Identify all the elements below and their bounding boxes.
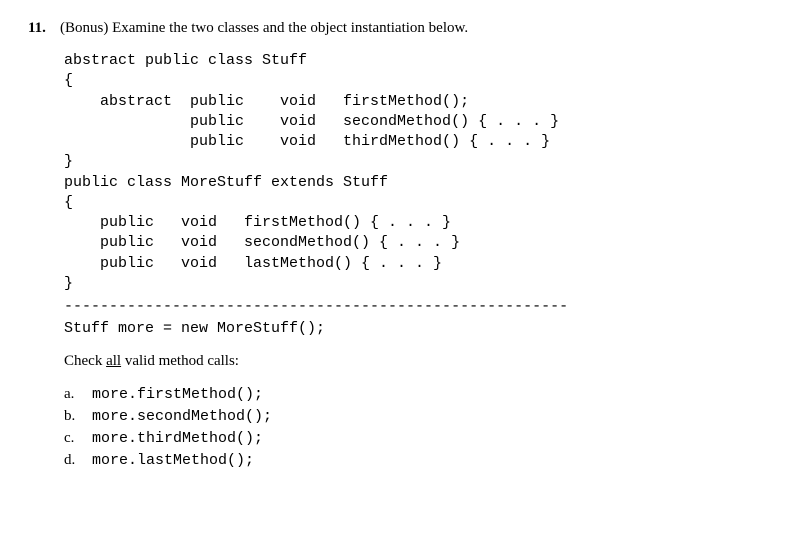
code-line: public void firstMethod() { . . . } <box>64 213 764 233</box>
code-line: { <box>64 71 764 91</box>
option-a[interactable]: a. more.firstMethod(); <box>64 384 764 406</box>
code-line: abstract public class Stuff <box>64 51 764 71</box>
question-body: (Bonus) Examine the two classes and the … <box>60 20 764 471</box>
option-label: c. <box>64 428 92 450</box>
code-line: public void secondMethod() { . . . } <box>64 233 764 253</box>
question-number: 11. <box>28 20 60 37</box>
code-line: public void lastMethod() { . . . } <box>64 254 764 274</box>
instruction-text: Check all valid method calls: <box>64 353 764 370</box>
option-label: a. <box>64 384 92 406</box>
option-code: more.lastMethod(); <box>92 450 254 472</box>
option-c[interactable]: c. more.thirdMethod(); <box>64 428 764 450</box>
code-line: { <box>64 193 764 213</box>
code-line: public void thirdMethod() { . . . } <box>64 132 764 152</box>
code-line: Stuff more = new MoreStuff(); <box>64 319 764 339</box>
code-line: } <box>64 274 764 294</box>
question-prompt: (Bonus) Examine the two classes and the … <box>60 20 764 37</box>
code-line: public class MoreStuff extends Stuff <box>64 173 764 193</box>
code-line: abstract public void firstMethod(); <box>64 92 764 112</box>
question-block: 11. (Bonus) Examine the two classes and … <box>28 20 764 471</box>
option-code: more.firstMethod(); <box>92 384 263 406</box>
prompt-text: Examine the two classes and the object i… <box>108 20 468 36</box>
separator-line: ----------------------------------------… <box>64 298 764 315</box>
instruction-post: valid method calls: <box>121 353 239 369</box>
option-b[interactable]: b. more.secondMethod(); <box>64 406 764 428</box>
option-label: d. <box>64 450 92 472</box>
option-d[interactable]: d. more.lastMethod(); <box>64 450 764 472</box>
code-instantiation: Stuff more = new MoreStuff(); <box>64 319 764 339</box>
code-line: } <box>64 152 764 172</box>
instruction-underlined: all <box>106 353 121 369</box>
options-list: a. more.firstMethod(); b. more.secondMet… <box>64 384 764 471</box>
option-code: more.secondMethod(); <box>92 406 272 428</box>
code-line: public void secondMethod() { . . . } <box>64 112 764 132</box>
option-code: more.thirdMethod(); <box>92 428 263 450</box>
instruction-pre: Check <box>64 353 106 369</box>
bonus-tag: (Bonus) <box>60 20 108 36</box>
option-label: b. <box>64 406 92 428</box>
code-class-stuff: abstract public class Stuff{ abstract pu… <box>64 51 764 294</box>
